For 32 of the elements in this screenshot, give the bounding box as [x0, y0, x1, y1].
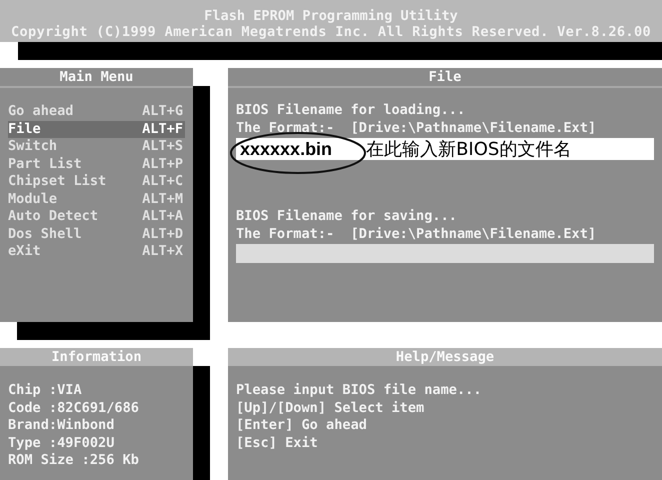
menu-item[interactable]: Auto Detect ALT+A: [8, 208, 185, 226]
field-value: xxxxxx.bin: [240, 138, 332, 160]
menu-item[interactable]: eXit ALT+X: [8, 243, 185, 260]
menu-item[interactable]: Switch ALT+S: [8, 138, 185, 156]
section-heading: BIOS Filename for saving...: [236, 208, 458, 226]
info-line: Chip :VIA: [8, 382, 83, 400]
annotation-text: 在此输入新BIOS的文件名: [366, 138, 572, 161]
panel-title: Main Menu: [0, 68, 193, 88]
filename-field[interactable]: [236, 244, 654, 263]
info-line: Brand:Winbond: [8, 417, 116, 434]
filename-field[interactable]: xxxxxx.bin 在此输入新BIOS的文件名: [236, 138, 654, 160]
copyright-text: Copyright (C)1999 American Megatrends Inc. All Rights Reserved. Ver.8.26.00: [10, 23, 652, 41]
info-line: Type :49F002U: [8, 434, 116, 452]
panel-title: Help/Message: [228, 348, 662, 366]
help-line: Please input BIOS file name...: [236, 382, 483, 400]
menu-item[interactable]: File ALT+F: [8, 120, 185, 138]
menu-item[interactable]: Part List ALT+P: [8, 156, 185, 173]
info-line: ROM Size :256 Kb: [8, 452, 140, 470]
section-heading: BIOS Filename for loading...: [236, 102, 466, 120]
format-hint: The Format:- [Drive:\Pathname\Filename.Ext]: [236, 120, 598, 137]
menu-item[interactable]: Chipset List ALT+C: [8, 173, 185, 190]
help-line: [Up]/[Down] Select item: [236, 400, 426, 417]
panel-title: Information: [0, 348, 193, 366]
format-hint: The Format:- [Drive:\Pathname\Filename.Ext]: [236, 226, 598, 243]
app-title: Flash EPROM Programming Utility: [204, 9, 458, 23]
info-line: Code :82C691/686: [8, 400, 140, 417]
help-line: [Enter] Go ahead: [236, 417, 368, 434]
menu-item[interactable]: Dos Shell ALT+D: [8, 226, 185, 243]
menu-item[interactable]: Module ALT+M: [8, 190, 185, 208]
help-line: [Esc] Exit: [236, 434, 319, 452]
panel-title: File: [228, 68, 662, 88]
menu-item[interactable]: Go ahead ALT+G: [8, 103, 185, 120]
